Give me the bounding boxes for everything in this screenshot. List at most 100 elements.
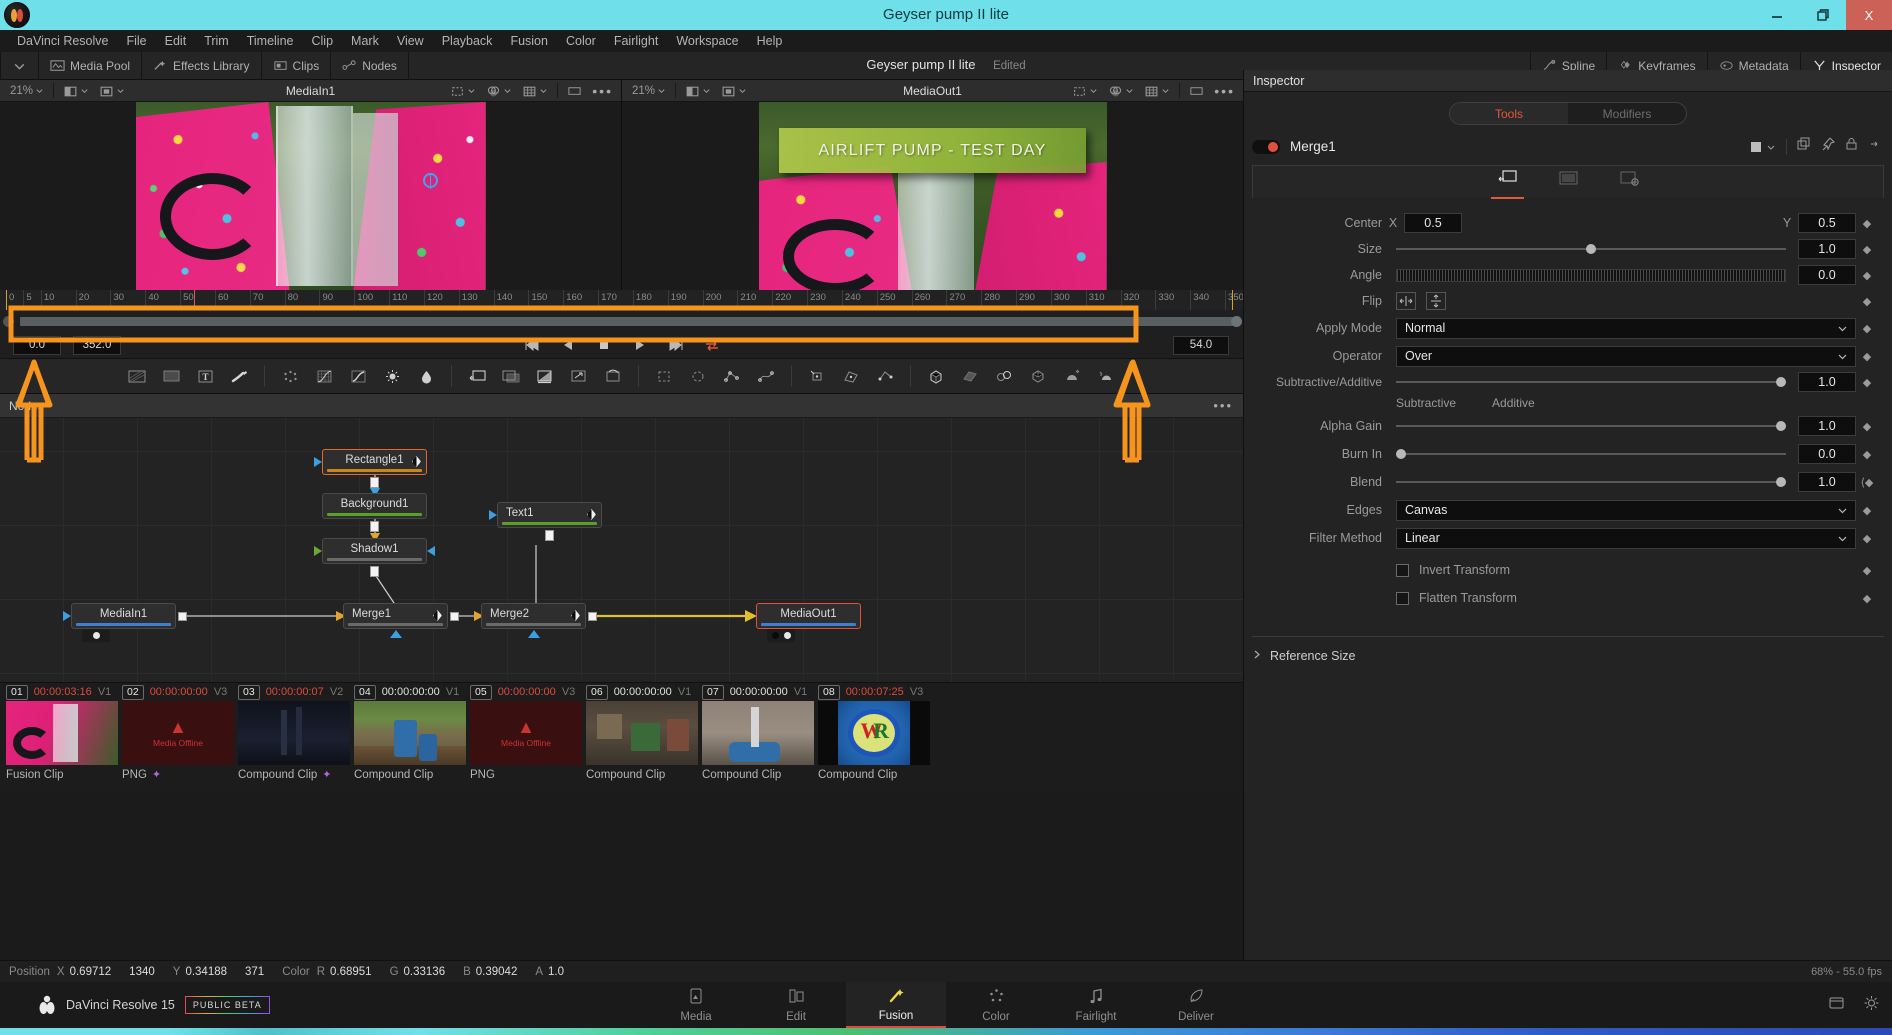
flatten-transform-checkbox[interactable] (1396, 591, 1409, 605)
subtractive-additive-input[interactable]: 1.0 (1798, 372, 1856, 392)
camera3d-tool-icon[interactable] (1021, 359, 1055, 393)
polygon-mask-tool-icon[interactable] (715, 359, 749, 393)
viewer-left-zoom[interactable]: 21% (6, 85, 48, 97)
filter-method-select[interactable]: Linear (1396, 527, 1856, 549)
blend-input[interactable]: 1.0 (1798, 472, 1856, 492)
tab-modifiers[interactable]: Modifiers (1568, 103, 1686, 124)
keyframe-diamond-icon[interactable]: ◆ (1856, 295, 1878, 308)
duplicate-node-icon[interactable] (1797, 137, 1811, 156)
menu-mark[interactable]: Mark (342, 30, 388, 52)
edges-select[interactable]: Canvas (1396, 499, 1856, 521)
color-curves-tool-icon[interactable] (307, 359, 341, 393)
node-mediain1-toggles[interactable] (82, 629, 110, 642)
menu-workspace[interactable]: Workspace (667, 30, 747, 52)
clip-thumbnail[interactable] (586, 701, 698, 765)
node-expand-diamond-icon[interactable] (433, 610, 442, 621)
menu-playback[interactable]: Playback (433, 30, 502, 52)
panel-toggle-button[interactable] (0, 51, 39, 80)
ruler-out-marker[interactable] (1232, 290, 1233, 310)
reference-size-expander[interactable]: Reference Size (1252, 636, 1884, 665)
page-deliver[interactable]: Deliver (1146, 982, 1246, 1028)
restore-button[interactable] (1800, 0, 1846, 30)
viewer-right-display-mode-button[interactable] (717, 84, 751, 98)
clips-button[interactable]: Clips (262, 51, 332, 80)
node-graph[interactable]: Rectangle1 Background1 Shadow1 Text1 Med… (0, 418, 1243, 682)
menu-clip[interactable]: Clip (303, 30, 343, 52)
viewer-left-split-view-button[interactable] (59, 84, 93, 98)
node-expand-diamond-icon[interactable] (412, 456, 421, 467)
burn-in-slider[interactable] (1396, 444, 1786, 464)
image-plane3d-tool-icon[interactable] (953, 359, 987, 393)
background-tool-icon[interactable] (120, 359, 154, 393)
angle-dial[interactable] (1396, 268, 1786, 282)
ellipse-mask-tool-icon[interactable] (681, 359, 715, 393)
page-color[interactable]: Color (946, 982, 1046, 1028)
jump-to-end-button[interactable] (667, 337, 685, 353)
viewer-right-grid-button[interactable] (1140, 84, 1174, 98)
minimize-button[interactable] (1754, 0, 1800, 30)
planar-tracker-tool-icon[interactable] (834, 359, 868, 393)
angle-input[interactable]: 0.0 (1798, 265, 1856, 285)
resize-tool-icon[interactable] (562, 359, 596, 393)
viewer-right-fullscreen-button[interactable] (1185, 84, 1208, 98)
viewer-left-options-button[interactable]: ••• (588, 83, 617, 99)
keyframe-diamond-icon[interactable]: ◆ (1856, 564, 1878, 577)
node-output-square-icon[interactable] (450, 612, 459, 621)
merge3d-tool-icon[interactable] (987, 359, 1021, 393)
stop-button[interactable] (595, 337, 613, 353)
scrollbar-left-handle[interactable] (3, 315, 14, 327)
menu-fairlight[interactable]: Fairlight (605, 30, 667, 52)
node-output-square-icon[interactable] (178, 612, 187, 621)
media-pool-button[interactable]: Media Pool (39, 51, 143, 80)
node-output-square-icon[interactable] (544, 530, 554, 541)
matte-control-tool-icon[interactable] (528, 359, 562, 393)
viewer-right[interactable]: 21% MediaOut1 ••• AIRLIFT PUMP - TEST DA… (621, 80, 1243, 290)
nodes-button[interactable]: Nodes (331, 51, 409, 80)
clip-thumbnail[interactable] (6, 701, 118, 765)
clip-thumbnail[interactable]: WR (818, 701, 930, 765)
node-mediaout1[interactable]: MediaOut1 (756, 603, 861, 642)
spot-light-tool-icon[interactable] (1089, 359, 1123, 393)
timeline-scrollbar[interactable] (0, 310, 1243, 332)
menu-edit[interactable]: Edit (156, 30, 196, 52)
transform-tool-icon[interactable] (596, 359, 630, 393)
node-background1[interactable]: Background1 (322, 493, 427, 532)
node-output-square-icon[interactable] (588, 612, 597, 621)
viewer-right-color-button[interactable] (1104, 84, 1138, 98)
keyframe-diamond-icon[interactable]: ◆ (1856, 448, 1878, 461)
viewer-left-grid-button[interactable] (518, 84, 552, 98)
node-mediaout1-toggles[interactable] (767, 629, 795, 642)
bspline-mask-tool-icon[interactable] (749, 359, 783, 393)
viewer-left-color-button[interactable] (482, 84, 516, 98)
hue-curves-tool-icon[interactable] (409, 359, 443, 393)
color-corrector-tool-icon[interactable] (341, 359, 375, 393)
clip-thumbnail[interactable] (238, 701, 350, 765)
pin-node-icon[interactable] (1821, 137, 1836, 156)
node-output-square-icon[interactable] (369, 521, 379, 532)
ruler-playhead[interactable] (194, 290, 196, 310)
viewer-right-options-button[interactable]: ••• (1210, 83, 1239, 99)
play-reverse-button[interactable] (559, 337, 577, 353)
flip-vertical-button[interactable] (1426, 292, 1446, 310)
node-merge2[interactable]: Merge2 (481, 603, 597, 638)
timeline-ruler[interactable]: 0 5 10 20 30 40 50 60 70 80 90 100 110 120 130 140 150 16… (0, 290, 1243, 310)
keyframe-diamond-icon[interactable]: ◆ (1856, 269, 1878, 282)
rectangle-mask-tool-icon[interactable] (647, 359, 681, 393)
viewer-left[interactable]: 21% MediaIn1 ••• (0, 80, 621, 290)
page-media[interactable]: Media (646, 982, 746, 1028)
viewer-right-zoom[interactable]: 21% (628, 85, 670, 97)
node-enable-toggle[interactable] (1252, 139, 1280, 154)
lock-node-icon[interactable] (1845, 137, 1858, 156)
play-forward-button[interactable] (631, 337, 649, 353)
close-button[interactable]: X (1846, 0, 1892, 30)
operator-select[interactable]: Over (1396, 345, 1856, 367)
node-mediain1[interactable]: MediaIn1 (63, 603, 187, 642)
node-rectangle1[interactable]: Rectangle1 (314, 449, 427, 488)
inspector-options-icon[interactable] (1868, 137, 1880, 156)
page-fairlight[interactable]: Fairlight (1046, 982, 1146, 1028)
text-tool-icon[interactable]: T (188, 359, 222, 393)
effects-library-button[interactable]: Effects Library (142, 51, 262, 80)
keyframe-diamond-icon[interactable]: ◆ (1856, 350, 1878, 363)
menu-color[interactable]: Color (557, 30, 605, 52)
menu-davinci-resolve[interactable]: DaVinci Resolve (8, 30, 117, 52)
